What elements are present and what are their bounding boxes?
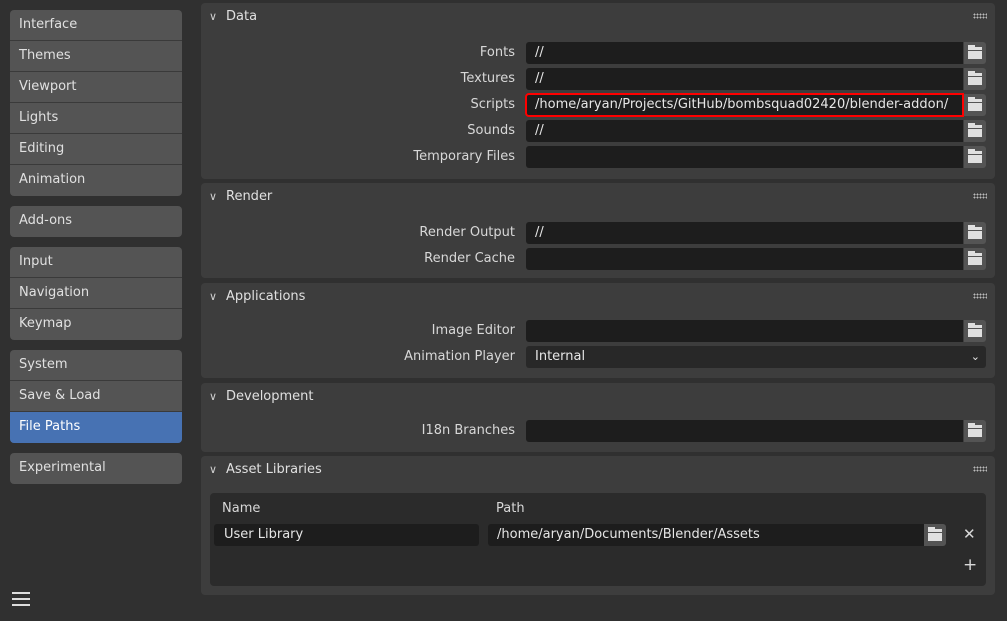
sidebar-item-system[interactable]: System <box>10 350 182 381</box>
fonts-path-field[interactable]: // <box>526 42 963 64</box>
sidebar-group: Experimental <box>10 453 182 484</box>
sidebar-item-add-ons[interactable]: Add-ons <box>10 206 182 237</box>
sidebar-item-navigation[interactable]: Navigation <box>10 278 182 309</box>
sidebar-group: Input Navigation Keymap <box>10 247 182 340</box>
panel-header-data[interactable]: ∨ Data <box>201 3 995 31</box>
image-editor-field[interactable] <box>526 320 963 342</box>
temporary-files-label: Temporary Files <box>413 149 515 164</box>
sidebar-item-animation[interactable]: Animation <box>10 165 182 196</box>
path-row: Temporary Files <box>201 146 995 168</box>
folder-icon[interactable] <box>964 42 986 64</box>
drag-grip-icon[interactable] <box>973 293 987 299</box>
sidebar-group: System Save & Load File Paths <box>10 350 182 443</box>
folder-icon[interactable] <box>964 248 986 270</box>
sidebar-group: Interface Themes Viewport Lights Editing Anim… <box>10 10 182 196</box>
chevron-down-icon: ∨ <box>209 190 218 203</box>
folder-icon[interactable] <box>924 524 946 546</box>
path-row: Render Output // <box>201 222 995 244</box>
asset-library-list: Name Path User Library /home/aryan/Docum… <box>210 493 986 586</box>
scripts-path-field[interactable]: /home/aryan/Projects/GitHub/bombsquad024… <box>525 93 964 117</box>
folder-icon[interactable] <box>964 420 986 442</box>
path-row: Render Cache <box>201 248 995 270</box>
scripts-label: Scripts <box>470 97 515 112</box>
add-library-icon[interactable]: + <box>963 555 977 575</box>
folder-icon[interactable] <box>964 146 986 168</box>
path-row: Sounds // <box>201 120 995 142</box>
chevron-down-icon: ∨ <box>209 10 218 23</box>
library-path-field[interactable]: /home/aryan/Documents/Blender/Assets <box>488 524 924 546</box>
fonts-label: Fonts <box>479 45 515 60</box>
sounds-label: Sounds <box>467 123 515 138</box>
sidebar-item-save-load[interactable]: Save & Load <box>10 381 182 412</box>
drag-grip-icon[interactable] <box>973 466 987 472</box>
chevron-down-icon: ⌄ <box>970 350 980 363</box>
textures-path-field[interactable]: // <box>526 68 963 90</box>
panel-title: Applications <box>226 289 306 304</box>
path-column-header: Path <box>496 501 525 516</box>
sidebar-item-interface[interactable]: Interface <box>10 10 182 41</box>
panel-title: Render <box>226 189 273 204</box>
sidebar-item-file-paths[interactable]: File Paths <box>10 412 182 443</box>
temporary-files-path-field[interactable] <box>526 146 963 168</box>
library-name-field[interactable]: User Library <box>214 524 479 546</box>
panel-title: Development <box>226 389 314 404</box>
panel-header-development[interactable]: ∨ Development <box>201 383 995 411</box>
render-output-path-field[interactable]: // <box>526 222 963 244</box>
chevron-down-icon: ∨ <box>209 463 218 476</box>
chevron-down-icon: ∨ <box>209 290 218 303</box>
remove-library-icon[interactable]: ✕ <box>963 525 976 543</box>
folder-icon[interactable] <box>964 320 986 342</box>
chevron-down-icon: ∨ <box>209 390 218 403</box>
render-cache-label: Render Cache <box>424 251 515 266</box>
panel-title: Data <box>226 9 258 24</box>
sidebar-item-viewport[interactable]: Viewport <box>10 72 182 103</box>
sidebar-item-input[interactable]: Input <box>10 247 182 278</box>
path-row: Textures // <box>201 68 995 90</box>
panel-data: ∨ Data Fonts // Textures // Scripts/home/arya… <box>201 3 995 179</box>
textures-label: Textures <box>460 71 515 86</box>
sidebar-item-keymap[interactable]: Keymap <box>10 309 182 340</box>
animation-player-label: Animation Player <box>404 349 515 364</box>
animation-player-select[interactable]: Internal ⌄ <box>526 346 986 368</box>
panel-title: Asset Libraries <box>226 462 322 477</box>
panel-development: ∨ Development I18n Branches <box>201 383 995 452</box>
folder-icon[interactable] <box>964 68 986 90</box>
sidebar-item-lights[interactable]: Lights <box>10 103 182 134</box>
folder-icon[interactable] <box>964 222 986 244</box>
path-row: Fonts // <box>201 42 995 64</box>
sidebar-item-themes[interactable]: Themes <box>10 41 182 72</box>
select-value: Internal <box>535 349 586 364</box>
i18n-branches-label: I18n Branches <box>421 423 515 438</box>
drag-grip-icon[interactable] <box>973 193 987 199</box>
drag-grip-icon[interactable] <box>973 13 987 19</box>
panel-render: ∨ Render Render Output // Render Cache <box>201 183 995 278</box>
folder-icon[interactable] <box>964 94 986 116</box>
panel-asset-libraries: ∨ Asset Libraries Name Path User Library … <box>201 456 995 595</box>
render-output-label: Render Output <box>419 225 515 240</box>
path-row: Scripts/home/aryan/Projects/GitHub/bombs… <box>201 93 995 117</box>
panel-header-applications[interactable]: ∨ Applications <box>201 283 995 311</box>
name-column-header: Name <box>222 501 261 516</box>
render-cache-path-field[interactable] <box>526 248 963 270</box>
panel-header-asset-libraries[interactable]: ∨ Asset Libraries <box>201 456 995 484</box>
image-editor-label: Image Editor <box>431 323 515 338</box>
sidebar-item-experimental[interactable]: Experimental <box>10 453 182 484</box>
sidebar-group: Add-ons <box>10 206 182 237</box>
i18n-branches-field[interactable] <box>526 420 963 442</box>
panel-applications: ∨ Applications Image Editor Animation Pla… <box>201 283 995 378</box>
hamburger-menu-icon[interactable] <box>12 592 30 606</box>
folder-icon[interactable] <box>964 120 986 142</box>
sounds-path-field[interactable]: // <box>526 120 963 142</box>
sidebar-item-editing[interactable]: Editing <box>10 134 182 165</box>
panel-header-render[interactable]: ∨ Render <box>201 183 995 211</box>
